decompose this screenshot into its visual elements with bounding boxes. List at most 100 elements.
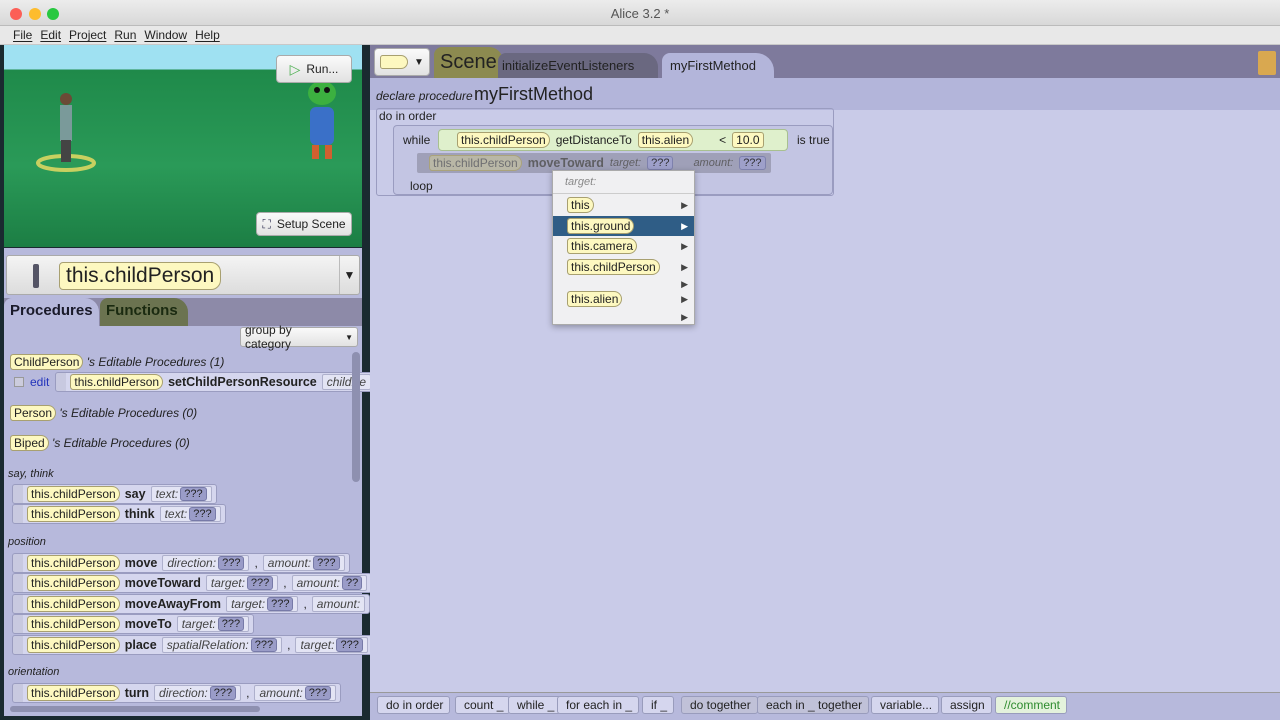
- param-1: direction:???: [154, 685, 242, 701]
- method-name: place: [124, 638, 157, 652]
- procedure-place[interactable]: this.childPerson place spatialRelation:???…: [12, 635, 373, 655]
- method-name: move: [124, 556, 158, 570]
- param-label: text:: [155, 487, 179, 501]
- menu-help[interactable]: Help: [191, 26, 224, 44]
- param-label: direction:: [159, 686, 208, 700]
- menu-file[interactable]: File: [9, 26, 36, 44]
- declaration-header: declare procedure myFirstMethod: [370, 78, 1280, 110]
- setup-scene-label: Setup Scene: [276, 217, 346, 231]
- checkbox[interactable]: [14, 377, 24, 387]
- method-name: turn: [124, 686, 150, 700]
- procedure-say[interactable]: this.childPerson say text:???: [12, 484, 217, 504]
- popup-item[interactable]: this ▶: [553, 195, 694, 215]
- popup-item[interactable]: this.camera ▶: [553, 236, 694, 256]
- param-2: target:???: [295, 637, 368, 653]
- procedure-moveTo[interactable]: this.childPerson moveTo target:???: [12, 614, 255, 634]
- palette-assign[interactable]: assign: [941, 696, 992, 714]
- palette-comment[interactable]: //comment: [995, 696, 1068, 714]
- editable-label: 's Editable Procedures (0): [52, 436, 190, 450]
- popup-item[interactable]: this.ground ▶: [553, 216, 694, 236]
- menu-edit[interactable]: Edit: [36, 26, 65, 44]
- editable-label: 's Editable Procedures (0): [59, 406, 198, 420]
- selected-object: this.childPerson: [59, 262, 222, 290]
- palette-if[interactable]: if _: [642, 696, 675, 714]
- object-tile: this.childPerson: [567, 259, 660, 275]
- param-label: target:: [300, 638, 335, 652]
- procedure-turn[interactable]: this.childPerson turn direction:???, amount…: [12, 683, 342, 703]
- palette-variable[interactable]: variable...: [871, 696, 940, 714]
- number-value[interactable]: 10.0: [732, 132, 764, 148]
- method-name: moveTo: [124, 617, 172, 631]
- chevron-down-icon[interactable]: ▼: [339, 256, 359, 294]
- edit-link[interactable]: edit: [30, 375, 49, 389]
- param-2: amount:???: [262, 555, 345, 571]
- param-value: ???: [217, 617, 245, 631]
- procedure-move[interactable]: this.childPerson move direction:???, amount…: [12, 553, 350, 573]
- procedure-moveToward[interactable]: this.childPerson moveToward target:???, amo…: [12, 573, 373, 593]
- param-value: ???: [189, 507, 216, 521]
- while-label: while: [403, 133, 431, 147]
- scene-view[interactable]: ▷ Run... ⛶ Setup Scene: [4, 45, 362, 247]
- tab-procedures[interactable]: Procedures: [4, 298, 99, 326]
- param-value: ???: [267, 597, 294, 611]
- menu-run[interactable]: Run: [110, 26, 140, 44]
- method-name: moveAwayFrom: [124, 597, 222, 611]
- param-2: amount:???: [254, 685, 337, 701]
- tab-scene[interactable]: Scene: [434, 47, 503, 78]
- param-value: ???: [313, 556, 340, 570]
- target-popup-menu: target: this ▶ this.ground ▶ this.camera ▶ thi…: [552, 170, 695, 325]
- proc-set-resource[interactable]: this.childPerson setChildPersonResource ch…: [55, 372, 377, 392]
- submenu-arrow-icon: ▶: [681, 199, 688, 210]
- palette-scrollbar[interactable]: [352, 352, 360, 482]
- do-in-order-label: do in order: [379, 109, 437, 123]
- child-person-head: [60, 93, 72, 105]
- param-2: amount:: [311, 596, 366, 612]
- condition-expression[interactable]: this.childPerson getDistanceTo this.alie…: [438, 129, 788, 151]
- editable-label: 's Editable Procedures (1): [86, 355, 225, 369]
- object-selector[interactable]: this.childPerson ▼: [6, 255, 360, 295]
- param-value: ???: [336, 638, 363, 652]
- param-value: ???: [304, 686, 332, 700]
- procedure-moveAwayFrom[interactable]: this.childPerson moveAwayFrom target:???, a…: [12, 594, 371, 614]
- popup-item[interactable]: ▶: [553, 307, 694, 327]
- palette-do-in-order[interactable]: do in order: [377, 696, 451, 714]
- run-button[interactable]: ▷ Run...: [276, 55, 352, 83]
- clipboard-icon[interactable]: [1258, 51, 1276, 75]
- palette-count[interactable]: count _: [455, 696, 511, 714]
- menu-window[interactable]: Window: [140, 26, 191, 44]
- method-title: myFirstMethod: [474, 84, 594, 104]
- group-by-select[interactable]: group by category ▼: [240, 323, 358, 351]
- class-tile-childperson[interactable]: ChildPerson: [10, 354, 84, 370]
- palette-do-together[interactable]: do together: [681, 696, 758, 714]
- play-icon: ▷: [289, 60, 301, 77]
- class-tile-person[interactable]: Person: [10, 405, 57, 421]
- child-person-legs: [61, 140, 71, 162]
- palette-each-in-together[interactable]: each in _ together: [757, 696, 870, 714]
- class-tile-biped[interactable]: Biped: [10, 435, 49, 451]
- object-tile: this: [567, 197, 594, 213]
- param-label: amount:: [267, 556, 312, 570]
- class-tile-icon: [380, 55, 409, 69]
- popup-item[interactable]: this.alien ▶: [553, 289, 694, 309]
- declare-label: declare procedure: [376, 89, 473, 103]
- method-name: moveToward: [124, 576, 201, 590]
- menu-bar: File Edit Project Run Window Help: [0, 26, 1280, 45]
- param-value: ???: [647, 156, 674, 170]
- setup-scene-button[interactable]: ⛶ Setup Scene: [256, 212, 352, 236]
- tab-my-first-method[interactable]: myFirstMethod: [662, 53, 774, 78]
- palette-h-scrollbar[interactable]: [10, 706, 260, 712]
- object-tile: this.childPerson: [457, 132, 550, 148]
- target-tile: this.childPerson: [27, 486, 120, 502]
- target-tile: this.childPerson: [70, 374, 164, 390]
- palette-while[interactable]: while _: [508, 696, 562, 714]
- procedure-think[interactable]: this.childPerson think text:???: [12, 504, 226, 524]
- palette-for-each-in[interactable]: for each in _: [557, 696, 640, 714]
- tab-initialize-event-listeners[interactable]: initializeEventListeners: [498, 53, 658, 78]
- target-tile: this.childPerson: [27, 685, 120, 701]
- param-label: target:: [231, 597, 266, 611]
- param-1: target:???: [226, 596, 299, 612]
- category-orientation: orientation: [8, 666, 60, 678]
- tab-functions[interactable]: Functions: [100, 298, 188, 326]
- menu-project[interactable]: Project: [65, 26, 110, 44]
- class-menu-button[interactable]: ▼: [374, 48, 430, 76]
